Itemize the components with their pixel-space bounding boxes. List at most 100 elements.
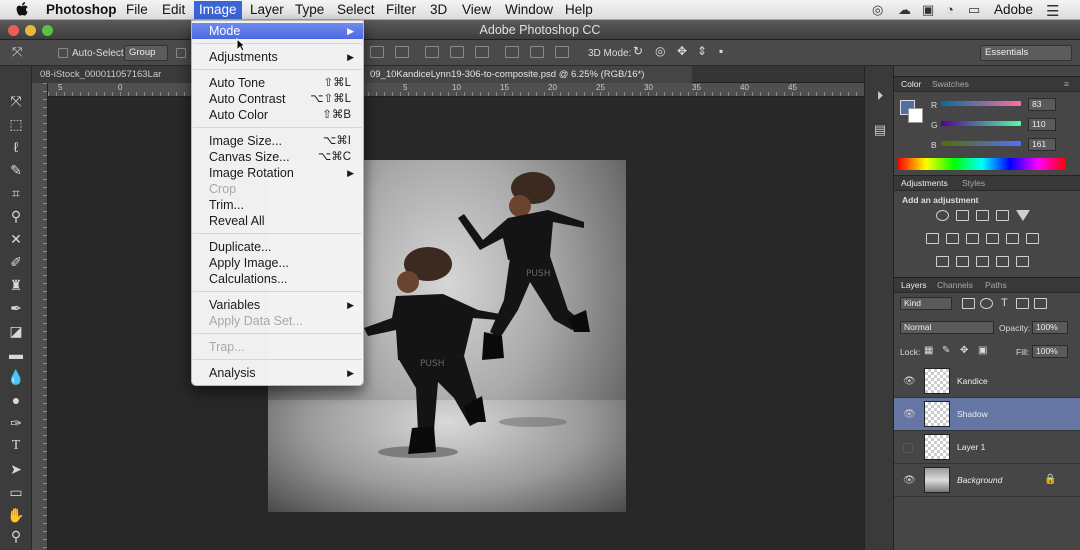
menu-select[interactable]: Select	[337, 2, 375, 18]
menu-app-name[interactable]: Photoshop	[46, 2, 117, 18]
marquee-tool-icon[interactable]: ⬚	[4, 114, 28, 134]
history-panel-icon[interactable]: ⏵	[872, 88, 888, 104]
tab-paths[interactable]: Paths	[985, 280, 1007, 290]
healing-brush-tool-icon[interactable]: ✕	[4, 229, 28, 249]
menu-view[interactable]: View	[462, 2, 491, 18]
lock-image-icon[interactable]: ✎	[942, 345, 950, 356]
exposure-icon[interactable]	[996, 210, 1009, 221]
type-tool-icon[interactable]: T	[4, 436, 28, 456]
menu-item-analysis[interactable]: Analysis ▶	[192, 365, 363, 381]
dodge-tool-icon[interactable]: ●	[4, 390, 28, 410]
eye-icon[interactable]: 👁	[903, 376, 916, 387]
crop-tool-icon[interactable]: ⌗	[4, 183, 28, 203]
move-tool-preset-icon[interactable]: ⤧	[12, 44, 22, 60]
3d-roll-icon[interactable]: ◎	[655, 44, 665, 58]
menu-item-variables[interactable]: Variables ▶	[192, 297, 363, 313]
lock-position-icon[interactable]: ✥	[960, 345, 968, 356]
tab-styles[interactable]: Styles	[962, 178, 985, 188]
panel-menu-icon[interactable]: ≡	[1064, 79, 1069, 89]
list-icon[interactable]: ☰	[1046, 2, 1059, 20]
brush-tool-icon[interactable]: ✐	[4, 252, 28, 272]
visibility-toggle-off[interactable]	[903, 443, 913, 453]
menu-item-auto-color[interactable]: Auto Color ⇧⌘B	[192, 107, 363, 123]
distribute-right-icon[interactable]	[555, 46, 569, 58]
tab-document-2[interactable]: 09_10KandiceLynn19-306-to-composite.psd …	[362, 66, 692, 83]
color-lookup-icon[interactable]	[1026, 233, 1039, 244]
rectangle-tool-icon[interactable]: ▭	[4, 482, 28, 502]
align-center-icon[interactable]	[395, 46, 409, 58]
hue-saturation-icon[interactable]	[926, 233, 939, 244]
tab-document-1[interactable]: 08-iStock_000011057163Lar	[32, 66, 190, 83]
selective-color-icon[interactable]	[996, 256, 1009, 267]
align-left-icon[interactable]	[370, 46, 384, 58]
posterize-icon[interactable]	[956, 256, 969, 267]
distribute-top-icon[interactable]	[425, 46, 439, 58]
wifi-icon[interactable]: ◔	[946, 2, 954, 17]
menu-image[interactable]: Image	[194, 1, 242, 19]
creative-cloud-icon[interactable]: ☁	[898, 2, 911, 18]
blend-mode-dropdown[interactable]: Normal	[900, 321, 994, 334]
menu-item-calculations[interactable]: Calculations...	[192, 271, 363, 287]
menu-3d[interactable]: 3D	[430, 2, 447, 18]
color-balance-icon[interactable]	[946, 233, 959, 244]
tab-adjustments[interactable]: Adjustments	[901, 178, 948, 188]
layer-filter-kind[interactable]: Kind	[900, 297, 952, 310]
menu-item-mode[interactable]: Mode ▶	[192, 23, 363, 39]
filter-smart-object-icon[interactable]	[1034, 298, 1047, 309]
distribute-bottom-icon[interactable]	[475, 46, 489, 58]
background-color-swatch[interactable]	[908, 108, 923, 123]
3d-rotate-icon[interactable]: ↻	[633, 44, 643, 58]
path-selection-tool-icon[interactable]: ➤	[4, 459, 28, 479]
g-slider[interactable]	[941, 121, 1021, 126]
menu-item-image-size[interactable]: Image Size... ⌥⌘I	[192, 133, 363, 149]
menu-item-trim[interactable]: Trim...	[192, 197, 363, 213]
gradient-map-icon[interactable]	[1016, 256, 1029, 267]
photo-filter-icon[interactable]	[986, 233, 999, 244]
move-tool-icon[interactable]: ⤧	[4, 91, 28, 111]
tab-layers[interactable]: Layers	[901, 280, 927, 290]
quick-selection-tool-icon[interactable]: ✎	[4, 160, 28, 180]
b-value-field[interactable]: 161	[1028, 138, 1056, 151]
menu-help[interactable]: Help	[565, 2, 593, 18]
3d-slide-icon[interactable]: ⇕	[697, 44, 707, 58]
menu-item-auto-tone[interactable]: Auto Tone ⇧⌘L	[192, 75, 363, 91]
tab-color[interactable]: Color	[901, 79, 921, 89]
gradient-tool-icon[interactable]: ▬	[4, 344, 28, 364]
filter-type-icon[interactable]: T	[1001, 297, 1008, 309]
show-transform-checkbox[interactable]	[176, 48, 186, 58]
distribute-hcenter-icon[interactable]	[530, 46, 544, 58]
eye-icon[interactable]: 👁	[903, 475, 916, 486]
filter-shape-icon[interactable]	[1016, 298, 1029, 309]
zoom-tool-icon[interactable]: ⚲	[4, 526, 28, 546]
curves-icon[interactable]	[976, 210, 989, 221]
lasso-tool-icon[interactable]: ℓ	[4, 137, 28, 157]
distribute-left-icon[interactable]	[505, 46, 519, 58]
invert-icon[interactable]	[936, 256, 949, 267]
b-slider[interactable]	[941, 141, 1021, 146]
channel-mixer-icon[interactable]	[1006, 233, 1019, 244]
r-value-field[interactable]: 83	[1028, 98, 1056, 111]
blur-tool-icon[interactable]: 💧	[4, 367, 28, 387]
menu-edit[interactable]: Edit	[162, 2, 185, 18]
workspace-dropdown[interactable]: Essentials	[980, 45, 1072, 61]
g-value-field[interactable]: 110	[1028, 118, 1056, 131]
color-spectrum-bar[interactable]	[898, 158, 1066, 170]
menu-type[interactable]: Type	[295, 2, 324, 18]
time-machine-icon[interactable]: ◎	[872, 2, 883, 18]
menu-item-auto-contrast[interactable]: Auto Contrast ⌥⇧⌘L	[192, 91, 363, 107]
apple-icon[interactable]	[16, 2, 30, 21]
menu-file[interactable]: File	[126, 2, 148, 18]
auto-select-checkbox[interactable]	[58, 48, 68, 58]
adobe-menu[interactable]: Adobe	[994, 2, 1033, 18]
distribute-vcenter-icon[interactable]	[450, 46, 464, 58]
eye-icon[interactable]: 👁	[903, 409, 916, 420]
menu-item-apply-image[interactable]: Apply Image...	[192, 255, 363, 271]
menu-layer[interactable]: Layer	[250, 2, 284, 18]
menu-item-canvas-size[interactable]: Canvas Size... ⌥⌘C	[192, 149, 363, 165]
auto-select-dropdown[interactable]: Group	[124, 45, 168, 61]
threshold-icon[interactable]	[976, 256, 989, 267]
layer-row-layer-1[interactable]: Layer 1	[894, 431, 1080, 464]
3d-pan-icon[interactable]: ✥	[677, 44, 687, 58]
eyedropper-tool-icon[interactable]: ⚲	[4, 206, 28, 226]
opacity-field[interactable]: 100%	[1032, 321, 1068, 334]
